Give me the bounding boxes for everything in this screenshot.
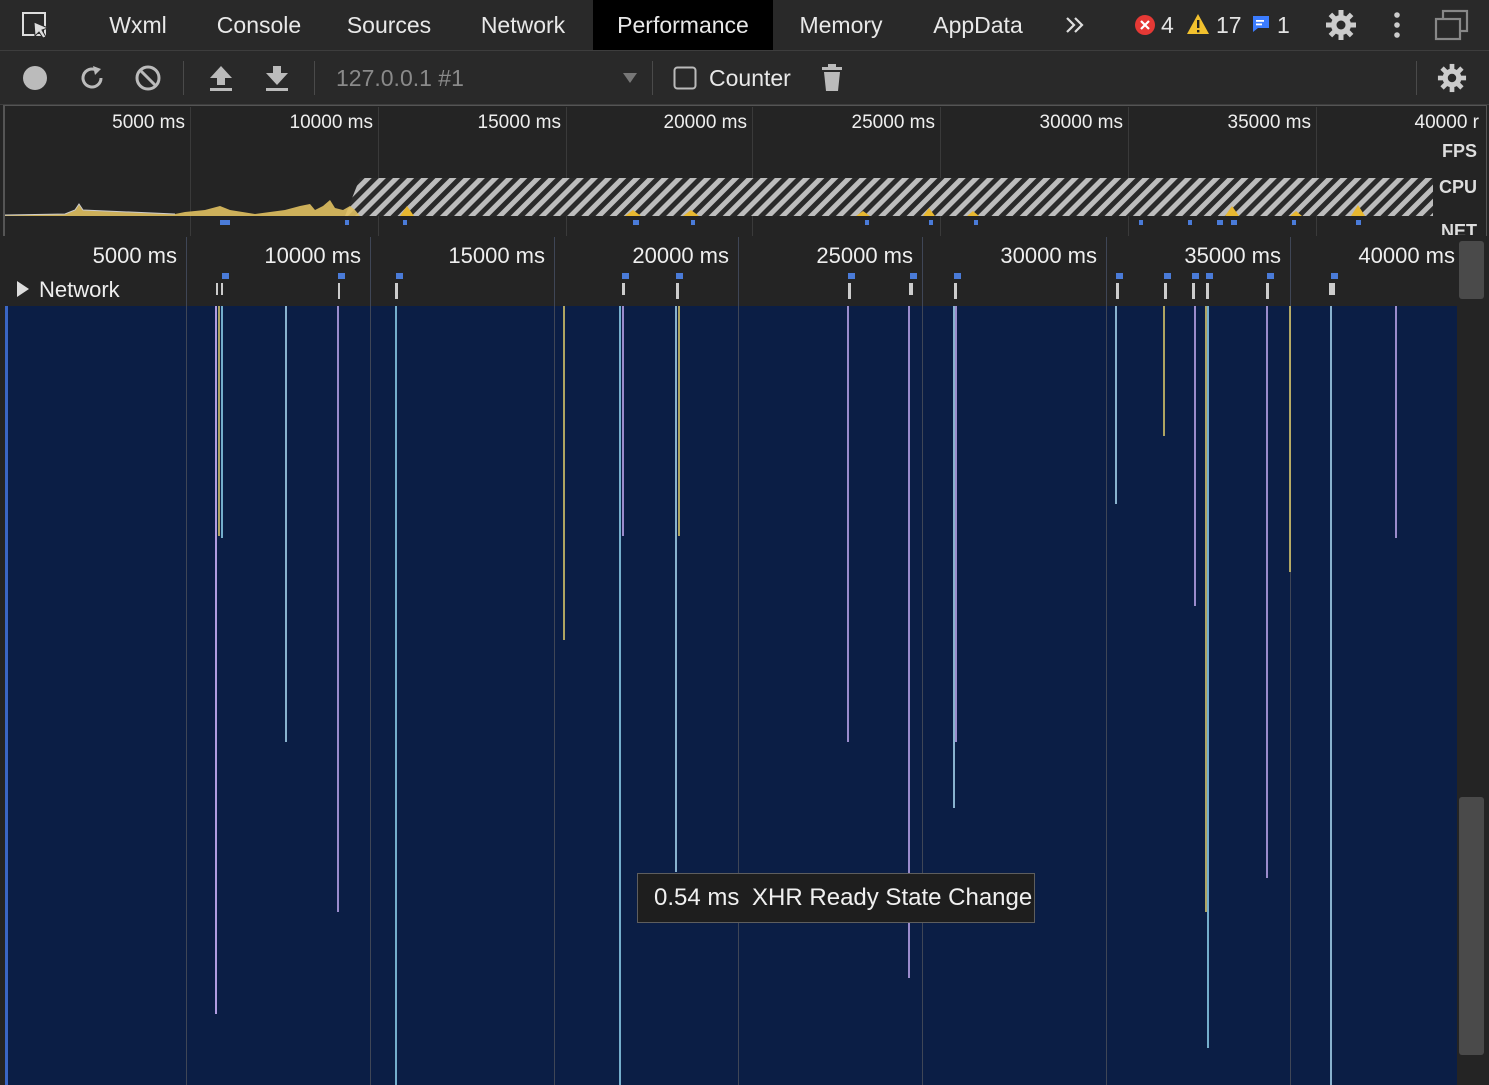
tab-network[interactable]: Network — [462, 0, 584, 50]
cpu-idle-hatch — [345, 178, 1433, 216]
tab-console[interactable]: Console — [200, 0, 318, 50]
tooltip-event-name: XHR Ready State Change — [752, 884, 1033, 911]
counter-checkbox[interactable] — [673, 66, 697, 90]
clear-icon[interactable] — [134, 64, 162, 92]
ruler-tick: 15000 ms — [448, 243, 545, 268]
tab-memory[interactable]: Memory — [782, 0, 900, 50]
more-tabs-icon[interactable] — [1064, 14, 1086, 36]
error-icon[interactable] — [1134, 14, 1156, 36]
ruler-tick: 25000 ms — [816, 243, 913, 268]
tab-wxml[interactable]: Wxml — [92, 0, 184, 50]
reload-record-icon[interactable] — [78, 64, 106, 92]
overview-tick: 35000 ms — [1227, 112, 1311, 133]
cpu-label: CPU — [1438, 177, 1477, 197]
overview-tick: 40000 r — [1414, 112, 1479, 133]
more-options-icon[interactable] — [1390, 11, 1404, 39]
toolbar-divider — [183, 61, 184, 95]
ruler-tick: 30000 ms — [1000, 243, 1097, 268]
ruler-tick: 20000 ms — [632, 243, 729, 268]
tab-sources[interactable]: Sources — [332, 0, 446, 50]
devtools-tab-bar: Wxml Console Sources Network Performance… — [0, 0, 1489, 51]
overview-tick: 25000 ms — [851, 112, 935, 133]
ruler-tick: 35000 ms — [1184, 243, 1281, 268]
error-count: 4 — [1161, 12, 1174, 38]
net-requests — [220, 220, 1361, 225]
overview-tick: 30000 ms — [1039, 112, 1123, 133]
message-icon[interactable] — [1251, 14, 1271, 34]
chevron-down-icon[interactable] — [622, 72, 638, 84]
network-requests-strip — [216, 273, 1338, 299]
network-track-header[interactable]: Network — [0, 273, 1457, 306]
overview-tick: 20000 ms — [663, 112, 747, 133]
counter-label[interactable]: Counter — [709, 65, 791, 92]
scrollbar-thumb[interactable] — [1459, 797, 1484, 1055]
scrollbar-thumb[interactable] — [1459, 241, 1484, 299]
tab-performance[interactable]: Performance — [593, 0, 773, 50]
load-profile-icon[interactable] — [208, 64, 234, 92]
toolbar-divider — [652, 61, 653, 95]
undock-icon[interactable] — [1434, 9, 1470, 41]
target-select[interactable]: 127.0.0.1 #1 — [336, 65, 464, 92]
inspect-element-icon[interactable] — [20, 10, 52, 40]
tab-appdata[interactable]: AppData — [917, 0, 1039, 50]
toolbar-divider — [314, 61, 315, 95]
warning-count: 17 — [1216, 12, 1242, 38]
overview-tick: 10000 ms — [289, 112, 373, 133]
net-label: NET — [1441, 221, 1477, 235]
save-profile-icon[interactable] — [264, 64, 290, 92]
fps-label: FPS — [1441, 141, 1477, 161]
settings-gear-icon[interactable] — [1325, 9, 1357, 41]
trash-icon[interactable] — [820, 63, 844, 93]
toolbar-divider — [1416, 61, 1417, 95]
vertical-scrollbar[interactable] — [1457, 237, 1489, 1085]
ruler-tick: 10000 ms — [264, 243, 361, 268]
warning-icon[interactable] — [1186, 13, 1210, 35]
ruler-tick: 5000 ms — [92, 243, 177, 268]
overview-tick: 5000 ms — [112, 112, 185, 133]
cpu-chart — [5, 178, 1433, 225]
timeline-ruler: 5000 ms 10000 ms 15000 ms 20000 ms 25000… — [0, 237, 1457, 273]
overview-tick: 15000 ms — [477, 112, 561, 133]
cpu-activity — [5, 200, 360, 216]
message-count: 1 — [1277, 12, 1290, 38]
performance-toolbar: 127.0.0.1 #1 Counter — [0, 51, 1489, 105]
event-tooltip: 0.54 ms XHR Ready State Change — [637, 873, 1035, 923]
tooltip-duration: 0.54 ms — [654, 884, 740, 911]
ruler-tick: 40000 ms — [1358, 243, 1455, 268]
capture-settings-gear-icon[interactable] — [1437, 63, 1467, 93]
event-flame-chart[interactable] — [0, 306, 1457, 1085]
record-icon[interactable] — [22, 65, 48, 91]
